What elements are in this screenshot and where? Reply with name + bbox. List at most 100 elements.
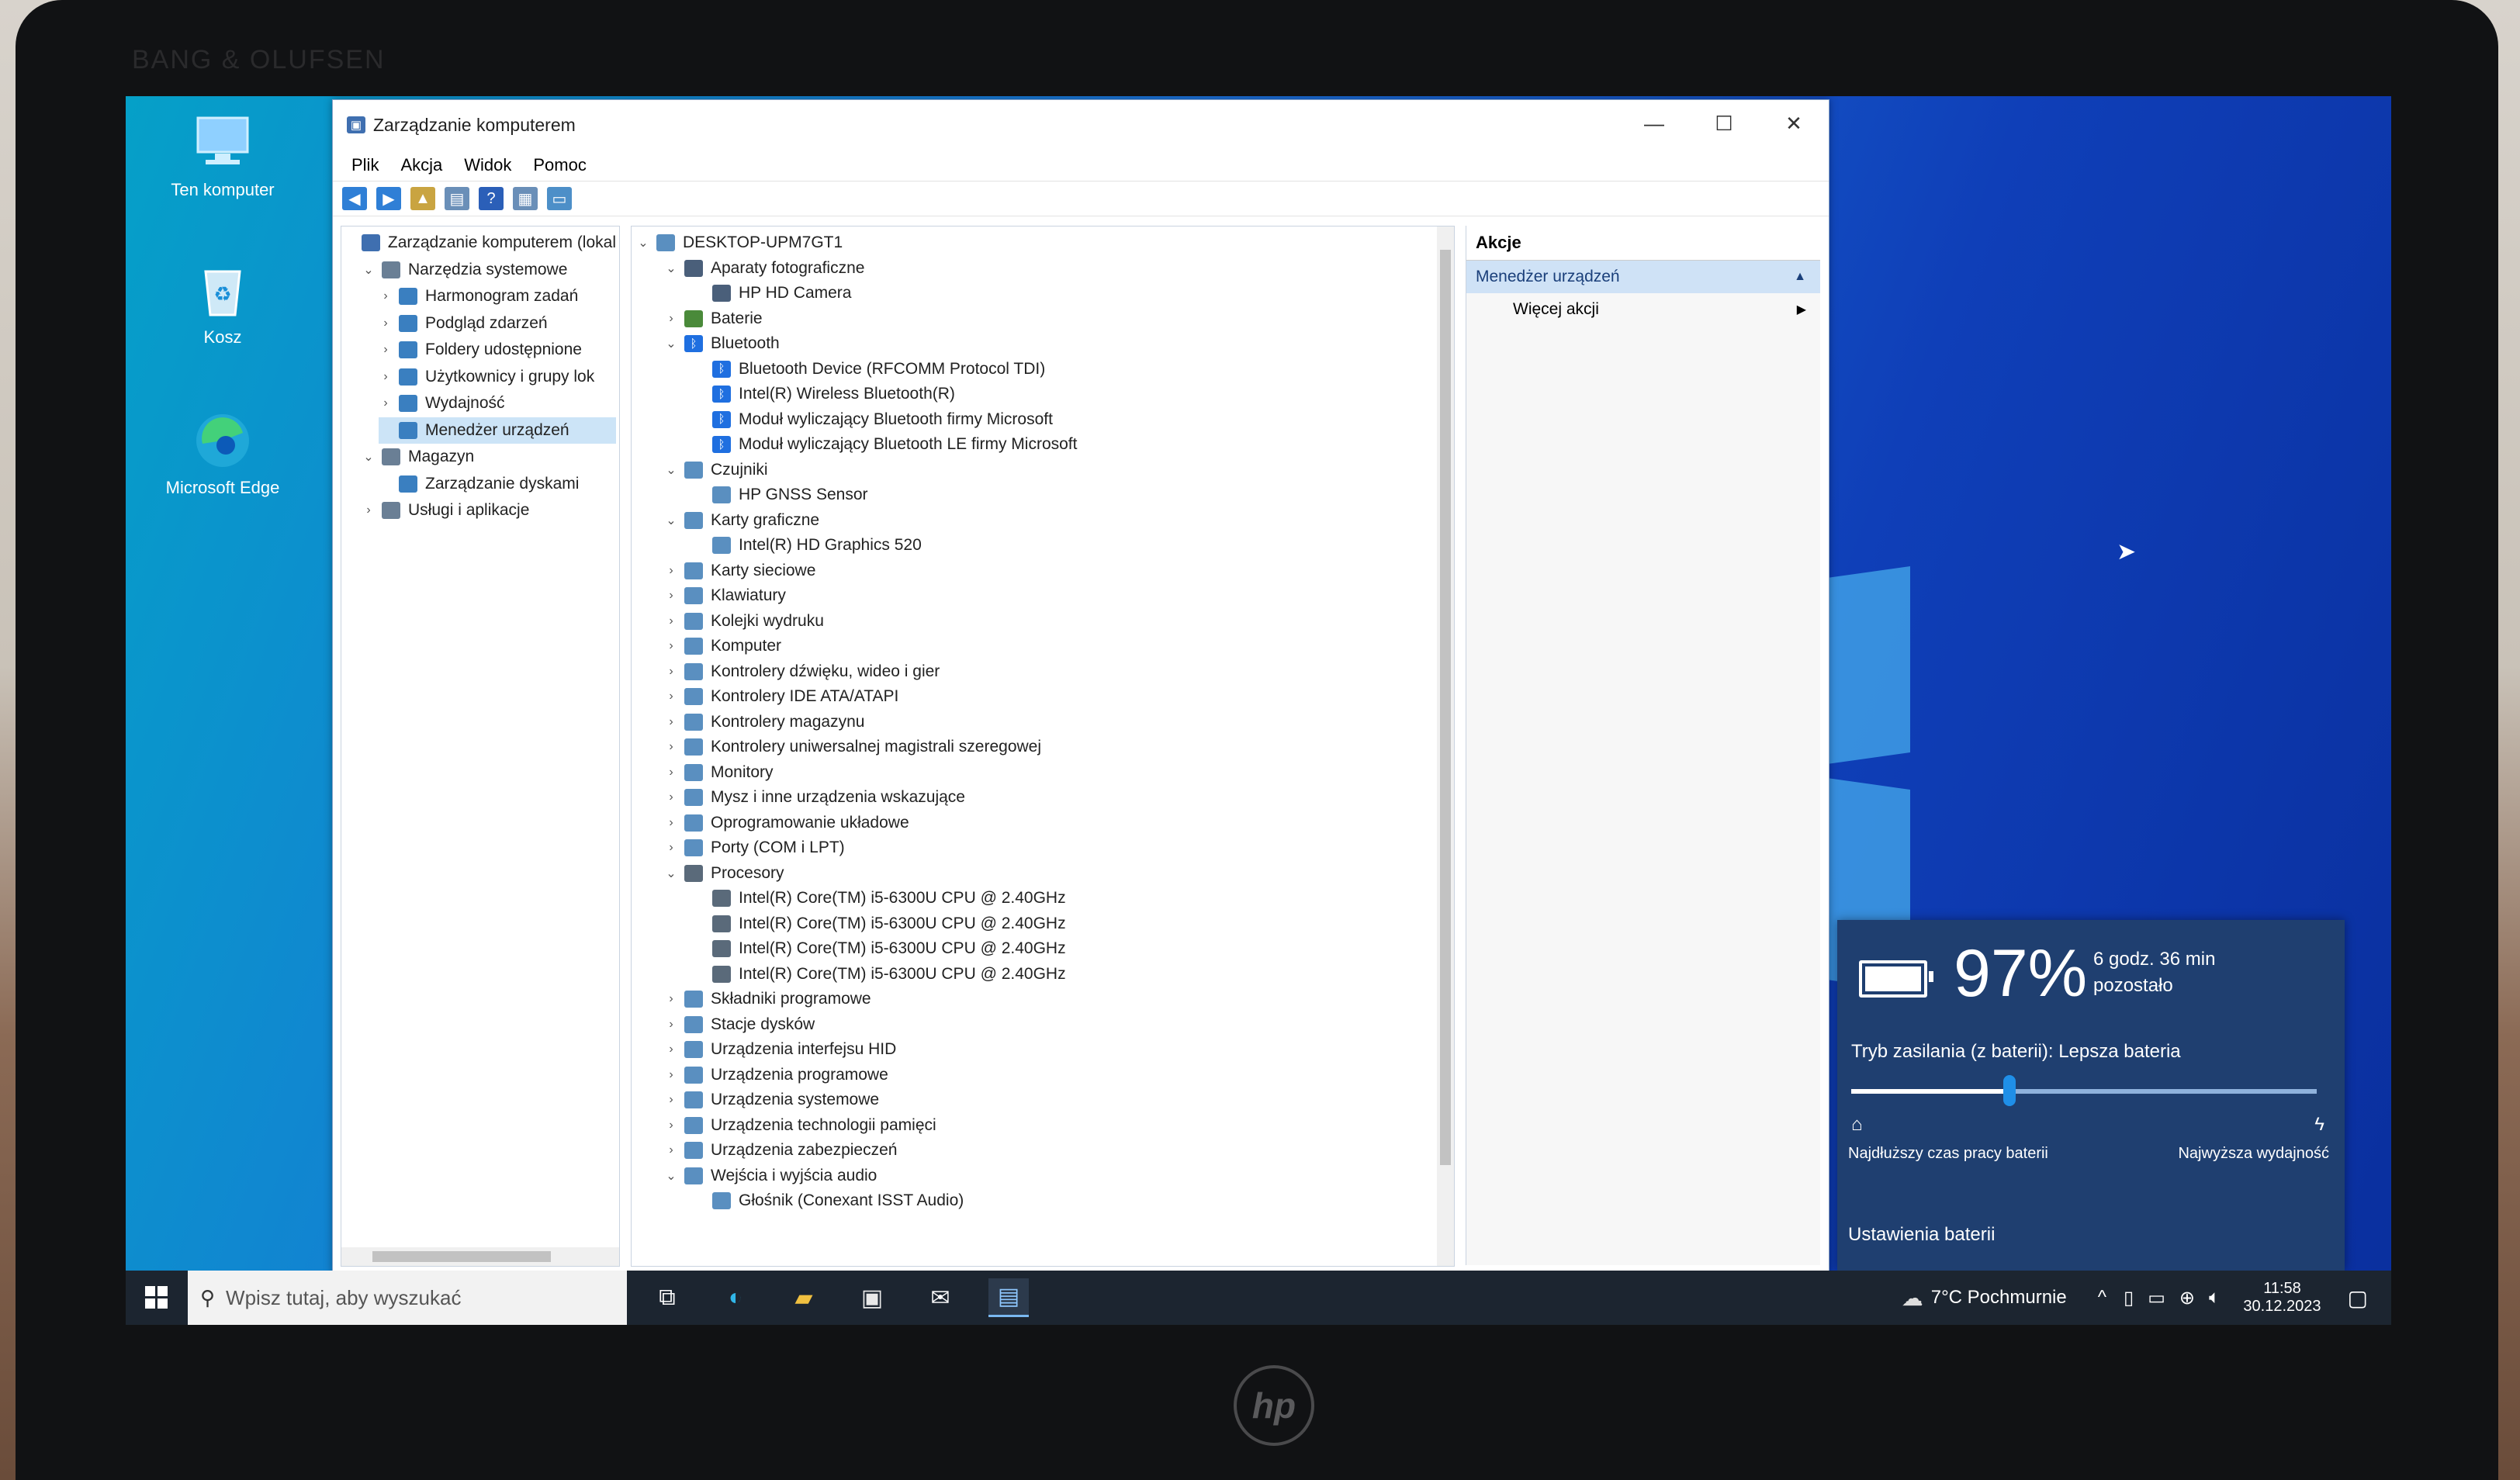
chevron-right-icon[interactable]: › [664, 1043, 678, 1056]
tree-item[interactable]: › Harmonogram zadań [379, 283, 616, 309]
chevron-right-icon[interactable]: › [664, 589, 678, 603]
device-tree-item[interactable]: › Urządzenia programowe [664, 1062, 888, 1088]
device-tree-item[interactable]: ᛒ Moduł wyliczający Bluetooth firmy Micro… [692, 406, 1053, 433]
network-icon[interactable]: ⊕ [2179, 1287, 2195, 1309]
more-actions-item[interactable]: Więcej akcji ▶ [1466, 293, 1820, 326]
vertical-scrollbar[interactable] [1437, 226, 1454, 1266]
chevron-right-icon[interactable]: › [664, 1143, 678, 1157]
chevron-right-icon[interactable]: › [664, 1119, 678, 1132]
device-tree-item[interactable]: Intel(R) Core(TM) i5-6300U CPU @ 2.40GHz [692, 935, 1066, 962]
chevron-down-icon[interactable]: ⌄ [636, 235, 650, 251]
forward-icon[interactable]: ▶ [376, 187, 401, 210]
desktop-icon-computer[interactable]: Ten komputer [164, 112, 281, 200]
chevron-down-icon[interactable]: ⌄ [664, 513, 678, 528]
menu-plik[interactable]: Plik [351, 155, 379, 175]
title-bar[interactable]: ▣ Zarządzanie komputerem — ☐ ✕ [333, 100, 1829, 150]
device-tree-item[interactable]: › Kontrolery uniwersalnej magistrali szer… [664, 734, 1041, 760]
device-tree-item[interactable]: › Urządzenia interfejsu HID [664, 1036, 896, 1063]
menu-widok[interactable]: Widok [464, 155, 511, 175]
chevron-right-icon[interactable]: › [664, 639, 678, 653]
tree-item[interactable]: ⌄ Magazyn [362, 444, 616, 470]
power-mode-slider[interactable] [1851, 1075, 2317, 1106]
device-tree-item[interactable]: ⌄ Czujniki [664, 457, 768, 483]
chevron-right-icon[interactable]: › [664, 665, 678, 679]
chevron-right-icon[interactable]: › [664, 715, 678, 729]
chevron-down-icon[interactable]: ⌄ [362, 449, 376, 465]
desktop-icon-recycle-bin[interactable]: ♻ Kosz [164, 259, 281, 348]
chevron-down-icon[interactable]: ⌄ [664, 1168, 678, 1184]
task-view-icon[interactable]: ⧉ [647, 1278, 687, 1317]
device-tree-item[interactable]: ᛒ Bluetooth Device (RFCOMM Protocol TDI) [692, 356, 1045, 382]
tree-item[interactable]: › Użytkownicy i grupy lok [379, 364, 616, 390]
chevron-up-icon[interactable]: ^ [2098, 1287, 2106, 1309]
chevron-right-icon[interactable]: › [664, 1068, 678, 1082]
scrollbar-thumb[interactable] [372, 1251, 551, 1262]
edge-icon[interactable]: ◐ [715, 1278, 756, 1317]
tree-item[interactable]: › Usługi i aplikacje [362, 497, 616, 524]
chevron-right-icon[interactable]: › [664, 790, 678, 804]
device-tree-item[interactable]: › Urządzenia zabezpieczeń [664, 1137, 897, 1164]
show-hide-console-tree-icon[interactable]: ▤ [445, 187, 469, 210]
chevron-right-icon[interactable]: › [664, 312, 678, 326]
scrollbar-thumb[interactable] [1440, 250, 1451, 1165]
chevron-right-icon[interactable]: › [379, 316, 393, 330]
device-tree-item[interactable]: › Kontrolery magazynu [664, 709, 864, 735]
device-tree-item[interactable]: › Komputer [664, 633, 781, 659]
chevron-right-icon[interactable]: › [664, 816, 678, 830]
device-tree-item[interactable]: › Kontrolery dźwięku, wideo i gier [664, 659, 940, 685]
back-icon[interactable]: ◀ [342, 187, 367, 210]
device-tree-item[interactable]: ⌄ Aparaty fotograficzne [664, 255, 864, 282]
tree-item[interactable]: Zarządzanie komputerem (lokal [344, 230, 616, 256]
device-tree-item[interactable]: › Urządzenia technologii pamięci [664, 1112, 936, 1139]
device-tree-item[interactable]: Intel(R) Core(TM) i5-6300U CPU @ 2.40GHz [692, 885, 1066, 911]
device-tree-item[interactable]: ᛒ Moduł wyliczający Bluetooth LE firmy Mi… [692, 431, 1077, 458]
device-tree-item[interactable]: › Kontrolery IDE ATA/ATAPI [664, 683, 898, 710]
menu-pomoc[interactable]: Pomoc [533, 155, 586, 175]
device-tree-item[interactable]: Głośnik (Conexant ISST Audio) [692, 1188, 964, 1214]
notification-icon[interactable]: ▢ [2348, 1285, 2368, 1311]
chevron-right-icon[interactable]: › [664, 690, 678, 704]
chevron-right-icon[interactable]: › [664, 992, 678, 1006]
device-tree-item[interactable]: › Porty (COM i LPT) [664, 835, 845, 861]
start-button[interactable] [126, 1271, 188, 1325]
chevron-right-icon[interactable]: › [379, 396, 393, 410]
tree-item[interactable]: › Foldery udostępnione [379, 337, 616, 363]
battery-tray-icon[interactable]: ▭ [2148, 1287, 2165, 1309]
device-tree-item[interactable]: › Oprogramowanie układowe [664, 810, 909, 836]
up-folder-icon[interactable]: ▲ [410, 187, 435, 210]
computer-management-icon[interactable]: ▤ [988, 1278, 1029, 1317]
actions-section-device-manager[interactable]: Menedżer urządzeń ▲ [1466, 261, 1820, 293]
battery-settings-link[interactable]: Ustawienia baterii [1848, 1224, 1995, 1246]
device-tree-item[interactable]: ᛒ Intel(R) Wireless Bluetooth(R) [692, 381, 955, 407]
desktop-icon-edge[interactable]: Microsoft Edge [164, 410, 281, 498]
device-tree-item[interactable]: › Kolejki wydruku [664, 608, 824, 635]
tree-item[interactable]: › Podgląd zdarzeń [379, 310, 616, 337]
chevron-right-icon[interactable]: › [379, 370, 393, 384]
mail-icon[interactable]: ✉ [920, 1278, 961, 1317]
tree-item[interactable]: › Wydajność [379, 390, 616, 417]
volume-icon[interactable]: 🔈︎ [2209, 1287, 2220, 1309]
minimize-button[interactable]: — [1619, 100, 1689, 147]
device-tree-item[interactable]: HP HD Camera [692, 280, 851, 306]
device-tree-item[interactable]: ⌄ DESKTOP-UPM7GT1 [636, 230, 843, 256]
device-tree-item[interactable]: HP GNSS Sensor [692, 482, 868, 508]
tree-item[interactable]: ⌄ Narzędzia systemowe [362, 257, 616, 283]
weather-text[interactable]: 7°C Pochmurnie [1931, 1287, 2067, 1309]
help-icon[interactable]: ? [479, 187, 504, 210]
maximize-button[interactable]: ☐ [1689, 100, 1759, 147]
chevron-down-icon[interactable]: ⌄ [362, 262, 376, 278]
search-box[interactable]: ⚲ Wpisz tutaj, aby wyszukać [188, 1271, 627, 1325]
device-tree-item[interactable]: › Składniki programowe [664, 986, 871, 1012]
slider-thumb[interactable] [2003, 1075, 2016, 1106]
device-tree-item[interactable]: Intel(R) Core(TM) i5-6300U CPU @ 2.40GHz [692, 961, 1066, 987]
device-tree-item[interactable]: Intel(R) HD Graphics 520 [692, 532, 922, 558]
close-button[interactable]: ✕ [1759, 100, 1829, 147]
chevron-right-icon[interactable]: › [664, 740, 678, 754]
monitor-icon[interactable]: ▭ [547, 187, 572, 210]
device-tree-item[interactable]: ⌄ ᛒ Bluetooth [664, 330, 780, 357]
device-tree-item[interactable]: › Urządzenia systemowe [664, 1087, 879, 1113]
chevron-right-icon[interactable]: › [362, 503, 376, 517]
chevron-right-icon[interactable]: › [664, 564, 678, 578]
device-tree-item[interactable]: ⌄ Procesory [664, 860, 784, 887]
file-explorer-icon[interactable]: ▰ [784, 1278, 824, 1317]
